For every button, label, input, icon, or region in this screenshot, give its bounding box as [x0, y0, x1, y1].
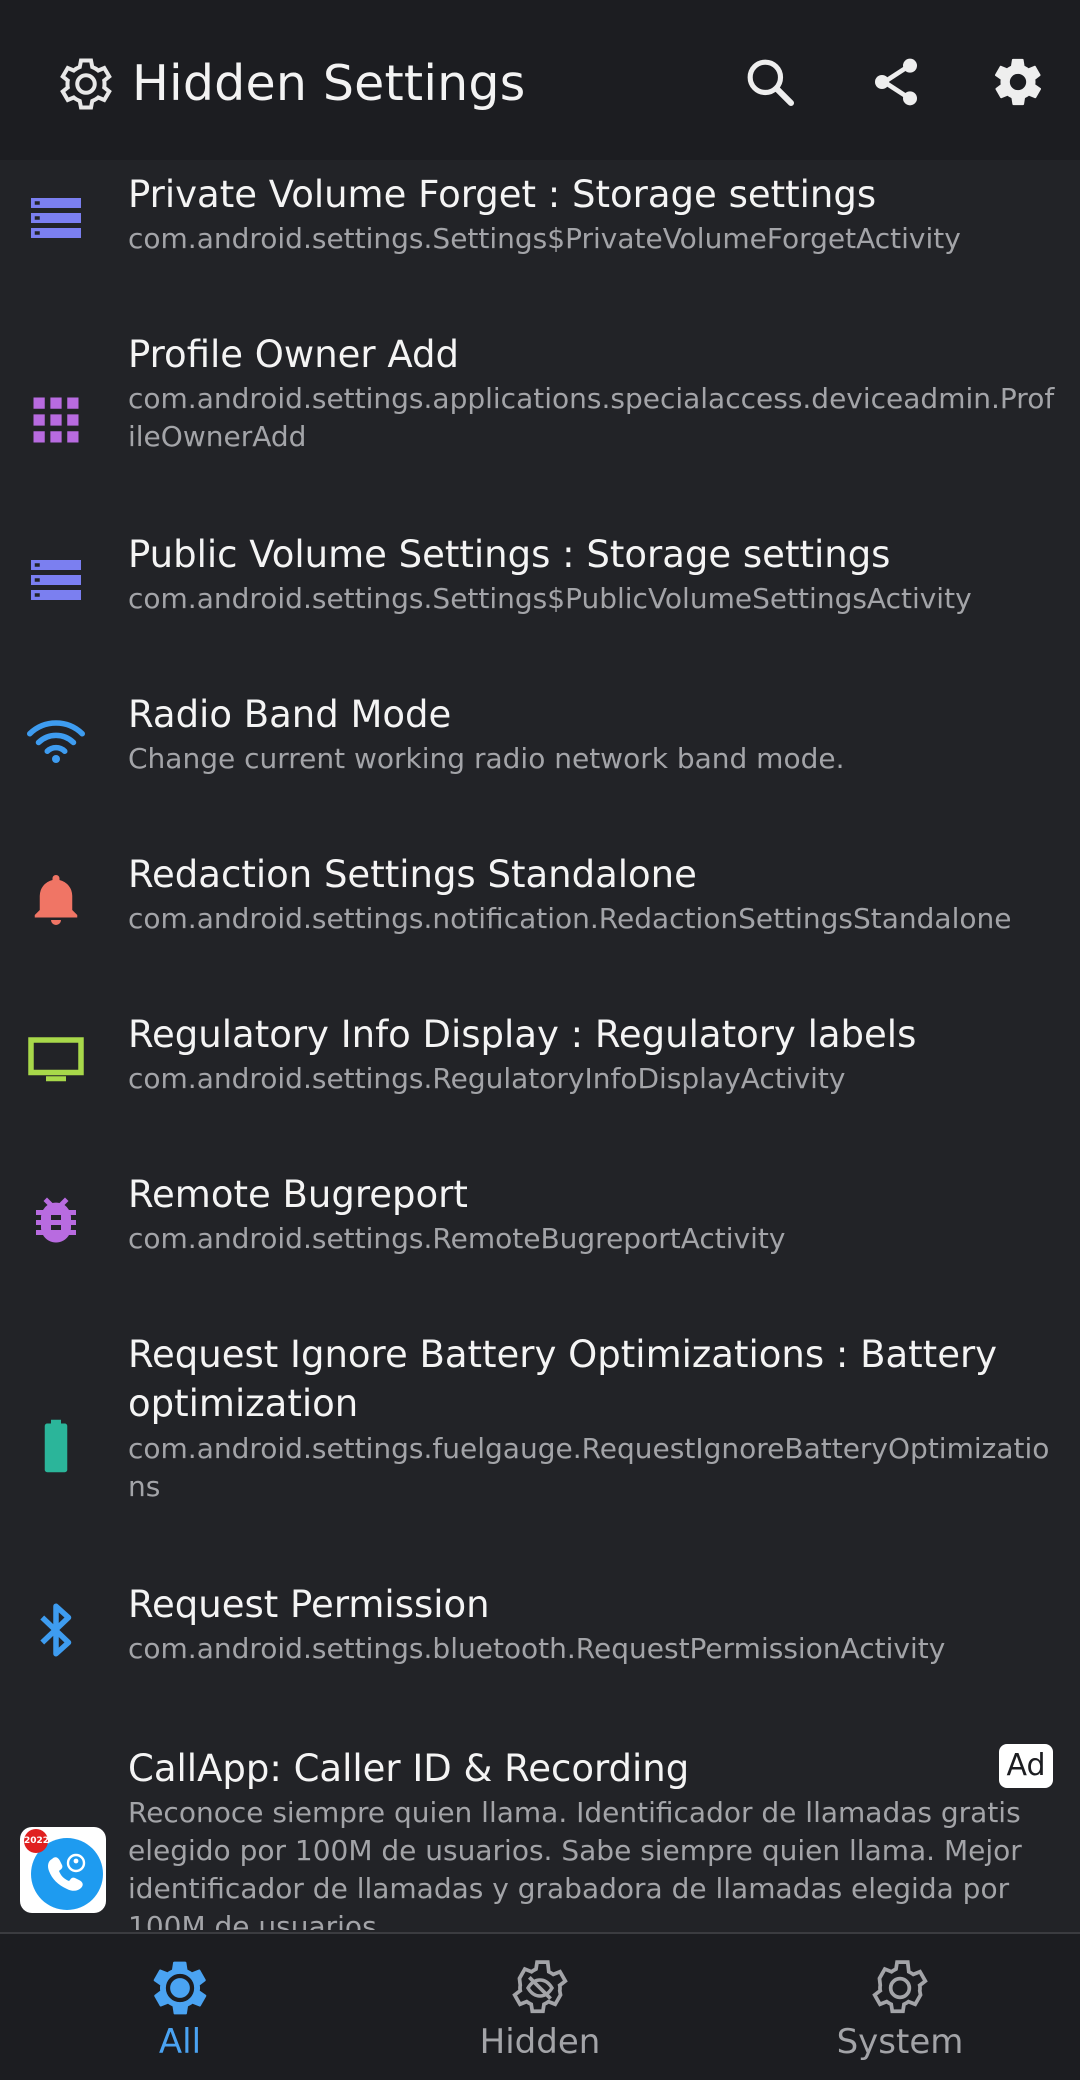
thumb-badge: 2022 [24, 1836, 50, 1846]
item-title: Radio Band Mode [128, 693, 452, 736]
list-item[interactable]: Profile Owner Add com.android.settings.a… [0, 320, 1080, 520]
item-title: Redaction Settings Standalone [128, 853, 697, 896]
item-title: Request Permission [128, 1583, 490, 1626]
list-item[interactable]: Regulatory Info Display : Regulatory lab… [0, 1000, 1080, 1160]
list-item[interactable]: Request Permission com.android.settings.… [0, 1570, 1080, 1730]
item-title: Profile Owner Add [128, 333, 460, 376]
nav-all-label: All [158, 2022, 202, 2062]
item-subtitle: com.android.settings.RegulatoryInfoDispl… [128, 1062, 846, 1095]
nav-system[interactable]: System [720, 1934, 1080, 2080]
nav-hidden[interactable]: Hidden [360, 1934, 720, 2080]
bottom-navigation: All Hidden System [0, 1932, 1080, 2080]
item-title: Request Ignore Battery Optimizations : B… [128, 1333, 998, 1425]
item-title: Regulatory Info Display : Regulatory lab… [128, 1013, 917, 1056]
gear-eye-off-icon [512, 1960, 568, 2014]
wifi-icon [27, 720, 85, 763]
storage-icon [31, 560, 81, 600]
callapp-logo-icon[interactable]: 2022 [20, 1827, 106, 1913]
ad-badge: Ad [999, 1744, 1053, 1788]
nav-hidden-label: Hidden [479, 2022, 601, 2062]
item-subtitle: Change current working radio network ban… [128, 742, 845, 775]
gear-icon [153, 1961, 207, 2015]
ad-title: CallApp: Caller ID & Recording [128, 1747, 690, 1790]
gear-outline-icon [60, 58, 112, 110]
settings-icon[interactable] [990, 54, 1046, 110]
battery-icon [44, 1419, 68, 1473]
bell-icon [34, 875, 78, 925]
item-subtitle: com.android.settings.bluetooth.RequestPe… [128, 1632, 946, 1665]
item-title: Remote Bugreport [128, 1173, 468, 1216]
item-subtitle: com.android.settings.fuelgauge.RequestIg… [128, 1432, 1050, 1503]
nav-all[interactable]: All [0, 1934, 360, 2080]
storage-icon [31, 198, 81, 238]
list-item[interactable]: Public Volume Settings : Storage setting… [0, 520, 1080, 680]
list-item[interactable]: Remote Bugreport com.android.settings.Re… [0, 1160, 1080, 1320]
app-bar: Hidden Settings [0, 0, 1080, 160]
nav-system-label: System [836, 2022, 964, 2062]
item-title: Public Volume Settings : Storage setting… [128, 533, 891, 576]
monitor-icon [28, 1037, 84, 1082]
app-title: Hidden Settings [132, 55, 526, 112]
ad-body: Reconoce siempre quien llama. Identifica… [128, 1796, 1022, 1930]
share-icon[interactable] [868, 54, 924, 110]
item-subtitle: com.android.settings.Settings$PrivateVol… [128, 222, 961, 255]
list-item[interactable]: Private Volume Forget : Storage settings… [0, 160, 1080, 320]
apps-grid-icon [33, 397, 79, 443]
list-item[interactable]: Redaction Settings Standalone com.androi… [0, 840, 1080, 1000]
bug-icon [36, 1197, 76, 1243]
item-title: Private Volume Forget : Storage settings [128, 173, 877, 216]
item-subtitle: com.android.settings.notification.Redact… [128, 902, 1012, 935]
settings-list: Private Volume Forget : Storage settings… [0, 160, 1080, 1932]
bluetooth-icon [40, 1603, 72, 1657]
item-subtitle: com.android.settings.RemoteBugreportActi… [128, 1222, 786, 1255]
item-subtitle: com.android.settings.applications.specia… [128, 382, 1055, 453]
gear-outline-icon [872, 1960, 928, 2014]
search-icon[interactable] [742, 54, 798, 110]
list-item[interactable]: Request Ignore Battery Optimizations : B… [0, 1320, 1080, 1570]
list-item[interactable]: Radio Band Mode Change current working r… [0, 680, 1080, 840]
item-subtitle: com.android.settings.Settings$PublicVolu… [128, 582, 972, 615]
